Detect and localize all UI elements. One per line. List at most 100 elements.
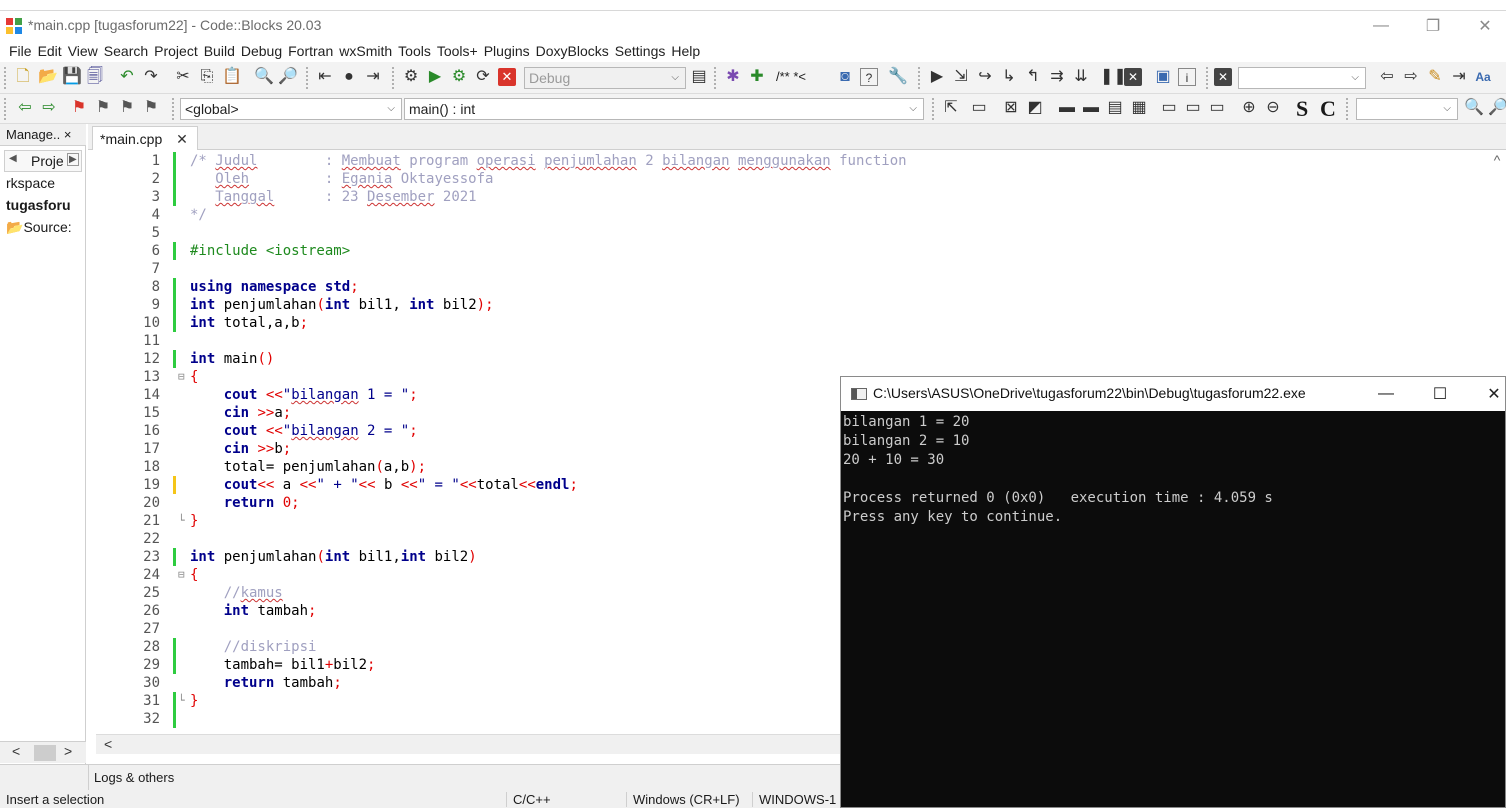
doxywizard-icon[interactable]: ✱ [724, 68, 742, 86]
open-folder-icon[interactable]: 📂 [38, 68, 58, 86]
console-minimize-button[interactable]: — [1363, 381, 1409, 407]
toolbar-grip[interactable] [4, 67, 7, 89]
next-line-icon[interactable]: ↪ [976, 68, 994, 86]
connector-icon[interactable]: ▭ [1160, 99, 1178, 117]
save-icon[interactable]: 💾 [62, 68, 82, 86]
menu-tools-plus[interactable]: Tools+ [434, 40, 481, 62]
menu-debug[interactable]: Debug [238, 40, 285, 62]
code-line[interactable]: } [190, 692, 198, 710]
rebuild-icon[interactable]: ⟳ [474, 68, 492, 86]
style-c-button[interactable]: C [1320, 96, 1336, 122]
toolbar-grip[interactable] [1206, 67, 1209, 89]
projects-tab[interactable]: ◀ Proje ▶ [4, 150, 82, 172]
menu-doxyblocks[interactable]: DoxyBlocks [533, 40, 612, 62]
extract-docs-icon[interactable]: ✚ [748, 68, 766, 86]
console-maximize-button[interactable]: ☐ [1417, 381, 1463, 407]
debug-info-icon[interactable]: i [1178, 68, 1196, 86]
toggle-bookmark-icon[interactable]: ● [340, 68, 358, 86]
menu-file[interactable]: File [6, 40, 35, 62]
jump-back-icon[interactable]: ⇦ [16, 99, 34, 117]
close-search-icon[interactable]: ✕ [1214, 68, 1232, 86]
tab-close-icon[interactable]: ✕ [176, 131, 188, 147]
flow-shape-icon[interactable]: ⊠ [1002, 99, 1020, 117]
console-output[interactable]: bilangan 1 = 20 bilangan 2 = 10 20 + 10 … [841, 411, 1505, 807]
find-in-files-icon[interactable]: 🔎 [1488, 99, 1506, 117]
block-shape-4-icon[interactable]: ▦ [1130, 99, 1148, 117]
menu-build[interactable]: Build [201, 40, 238, 62]
code-line[interactable]: int total,a,b; [190, 314, 308, 332]
menu-view[interactable]: View [65, 40, 101, 62]
toolbar-grip[interactable] [714, 67, 717, 89]
code-line[interactable]: Oleh : Egania Oktayessofa [190, 170, 493, 188]
tab-scroll-left-icon[interactable]: ◀ [9, 153, 17, 164]
toolbar-grip[interactable] [1346, 98, 1349, 120]
pause-icon[interactable]: ❚❚ [1100, 68, 1127, 86]
code-line[interactable]: */ [190, 206, 207, 224]
step-into-icon[interactable]: ↳ [1000, 68, 1018, 86]
build-target-select[interactable]: Debug ⌵ [524, 67, 686, 89]
menu-settings[interactable]: Settings [612, 40, 669, 62]
code-line[interactable]: { [190, 368, 198, 386]
block-shape-3-icon[interactable]: ▤ [1106, 99, 1124, 117]
code-line[interactable]: //kamus [190, 584, 283, 602]
tree-project[interactable]: tugasforu [6, 197, 84, 213]
code-line[interactable]: //diskripsi [190, 638, 317, 656]
select-cursor-icon[interactable]: ⇱ [942, 99, 960, 117]
html-docs-icon[interactable]: ◙ [836, 68, 854, 86]
menu-project[interactable]: Project [151, 40, 201, 62]
selected-text-icon[interactable]: ⇥ [1450, 68, 1468, 86]
menu-edit[interactable]: Edit [35, 40, 65, 62]
tab-main-cpp[interactable]: *main.cpp ✕ [92, 126, 198, 150]
code-line[interactable]: Tanggal : 23 Desember 2021 [190, 188, 476, 206]
code-line[interactable]: } [190, 512, 198, 530]
code-line[interactable]: total= penjumlahan(a,b); [190, 458, 426, 476]
preferences-wrench-icon[interactable]: 🔧 [888, 68, 908, 86]
clear-markers-icon[interactable]: ⚑ [142, 99, 160, 117]
step-into-instruction-icon[interactable]: ⇊ [1072, 68, 1090, 86]
undo-icon[interactable]: ↶ [118, 68, 136, 86]
search-icon[interactable]: 🔍 [1464, 99, 1484, 117]
build-gear-icon[interactable]: ⚙ [402, 68, 420, 86]
tree-workspace[interactable]: rkspace [6, 175, 84, 191]
scroll-left-icon[interactable]: < [104, 736, 112, 752]
menu-wxsmith[interactable]: wxSmith [336, 40, 395, 62]
code-line[interactable]: /* Judul : Membuat program operasi penju… [190, 152, 907, 170]
menu-help[interactable]: Help [668, 40, 703, 62]
toggle-marker-icon[interactable]: ⚑ [70, 99, 88, 117]
next-instruction-icon[interactable]: ⇉ [1048, 68, 1066, 86]
code-line[interactable]: tambah= bil1+bil2; [190, 656, 376, 674]
code-line[interactable]: int tambah; [190, 602, 317, 620]
toolbar-grip[interactable] [918, 67, 921, 89]
cut-icon[interactable]: ✂ [174, 68, 192, 86]
find-icon[interactable]: 🔍 [254, 68, 274, 86]
console-close-button[interactable]: ✕ [1471, 381, 1506, 407]
stop-debugger-icon[interactable]: ✕ [1124, 68, 1142, 86]
tab-scroll-right-icon[interactable]: ▶ [67, 153, 79, 166]
paste-icon[interactable]: 📋 [222, 68, 242, 86]
logs-tab[interactable]: Logs & others [88, 765, 179, 791]
toolbar-grip[interactable] [306, 67, 309, 89]
next-marker-icon[interactable]: ⚑ [118, 99, 136, 117]
match-case-icon[interactable]: Aa [1474, 68, 1492, 86]
code-line[interactable]: int penjumlahan(int bil1, int bil2); [190, 296, 494, 314]
new-file-icon[interactable]: 🗋 [14, 68, 32, 86]
run-icon[interactable]: ▶ [426, 68, 444, 86]
code-line[interactable]: int penjumlahan(int bil1,int bil2) [190, 548, 477, 566]
management-tab[interactable]: Manage.. × [0, 124, 86, 146]
scroll-up-icon[interactable]: ^ [1488, 152, 1506, 170]
next-bookmark-icon[interactable]: ⇥ [364, 68, 382, 86]
prev-marker-icon[interactable]: ⚑ [94, 99, 112, 117]
close-button[interactable]: ✕ [1462, 13, 1506, 39]
toolbar-grip[interactable] [392, 67, 395, 89]
code-line[interactable]: return 0; [190, 494, 300, 512]
panel-hscroll[interactable]: < > [0, 741, 86, 763]
highlight-icon[interactable]: ✎ [1426, 68, 1444, 86]
rectangle-shape-icon[interactable]: ▭ [970, 99, 988, 117]
zoom-out-icon[interactable]: ⊖ [1264, 99, 1282, 117]
code-line[interactable]: return tambah; [190, 674, 342, 692]
copy-icon[interactable]: ⎘ [198, 68, 216, 86]
zoom-select[interactable]: ⌵ [1356, 98, 1458, 120]
connector-2-icon[interactable]: ▭ [1184, 99, 1202, 117]
incremental-search-input[interactable]: ⌵ [1238, 67, 1366, 89]
menu-fortran[interactable]: Fortran [285, 40, 336, 62]
